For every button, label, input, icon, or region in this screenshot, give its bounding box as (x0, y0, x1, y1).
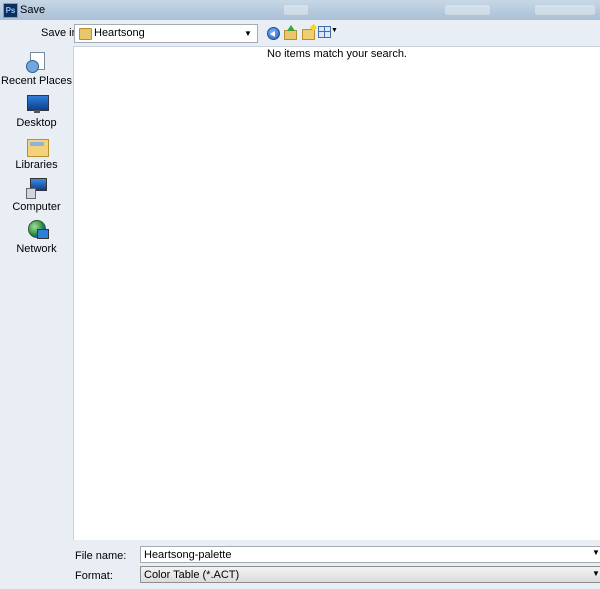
place-label: Desktop (16, 117, 57, 129)
file-name-input[interactable] (140, 546, 600, 563)
recent-places-icon (26, 52, 48, 73)
format-value: Color Table (*.ACT) (144, 569, 240, 581)
format-dropdown[interactable]: Color Table (*.ACT) (140, 566, 600, 583)
place-network[interactable]: Network (0, 220, 73, 260)
empty-message: No items match your search. (267, 48, 407, 60)
network-icon (26, 220, 49, 240)
chevron-down-icon[interactable]: ▼ (592, 548, 600, 557)
save-in-dropdown[interactable]: Heartsong ▼ (74, 24, 258, 43)
chevron-down-icon[interactable]: ▼ (592, 569, 600, 578)
background-window-fragment (284, 5, 308, 15)
place-libraries[interactable]: Libraries (0, 136, 73, 176)
computer-icon (26, 178, 48, 199)
view-menu-icon[interactable]: ▼ (318, 25, 338, 40)
place-computer[interactable]: Computer (0, 178, 73, 218)
file-name-label: File name: (75, 550, 127, 562)
window-title: Save (20, 4, 46, 16)
save-in-value: Heartsong (94, 27, 145, 39)
file-fields: File name: ▼ Format: Color Table (*.ACT)… (0, 540, 600, 589)
photoshop-app-icon: Ps (3, 3, 18, 18)
background-window-fragment (445, 5, 490, 15)
desktop-icon (26, 94, 49, 114)
back-arrow-icon[interactable] (267, 27, 280, 40)
title-bar[interactable]: Ps Save (0, 0, 600, 20)
place-label: Recent Places (1, 75, 72, 87)
up-one-level-icon[interactable] (284, 25, 299, 40)
libraries-icon (26, 136, 49, 157)
places-bar: Recent Places Desktop Libraries Computer… (0, 46, 73, 566)
place-recent-places[interactable]: Recent Places (0, 52, 73, 92)
file-list[interactable]: No items match your search. (73, 46, 600, 560)
chevron-down-icon[interactable]: ▼ (241, 25, 255, 42)
place-label: Computer (12, 201, 61, 213)
toolbar: Save in: Heartsong ▼ ▼ (0, 20, 600, 46)
place-desktop[interactable]: Desktop (0, 94, 73, 134)
save-dialog: Save in: Heartsong ▼ ▼ Recent Places Des… (0, 20, 600, 589)
new-folder-icon[interactable] (302, 23, 318, 40)
place-label: Network (16, 243, 57, 255)
folder-icon (79, 28, 92, 40)
format-label: Format: (75, 570, 113, 582)
background-window-fragment (535, 5, 595, 15)
place-label: Libraries (15, 159, 58, 171)
